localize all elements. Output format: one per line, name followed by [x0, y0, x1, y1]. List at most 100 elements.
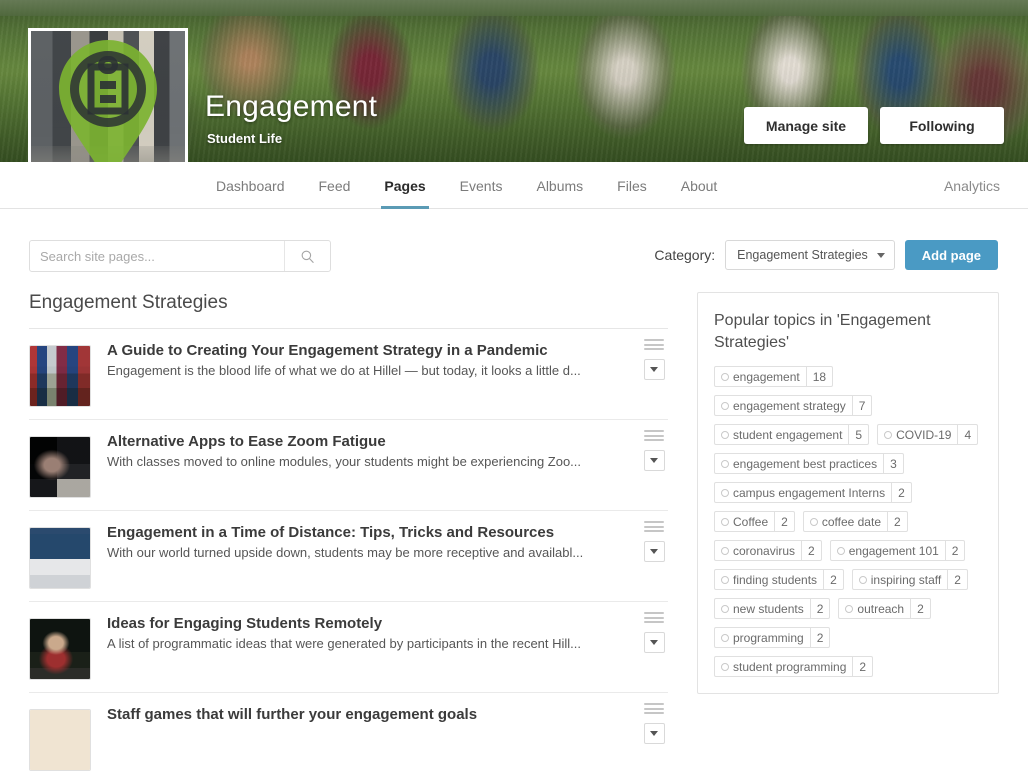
list-item[interactable]: programming 2: [714, 627, 831, 649]
page-link-title[interactable]: Engagement in a Time of Distance: Tips, …: [107, 524, 624, 541]
tag-label: outreach: [857, 601, 905, 616]
list-item[interactable]: outreach 2: [838, 598, 931, 620]
tag-label: finding students: [733, 572, 818, 587]
list-item[interactable]: coffee date 2: [802, 511, 908, 533]
popular-topics-title: Popular topics in 'Engagement Strategies…: [714, 312, 931, 351]
drag-handle-icon[interactable]: [644, 612, 664, 623]
list-item[interactable]: new students 2: [714, 598, 831, 620]
table-row[interactable]: A Guide to Creating Your Engagement Stra…: [29, 329, 668, 420]
list-item[interactable]: Coffee 2: [714, 511, 795, 533]
tag-circle-icon: [715, 570, 729, 589]
following-button[interactable]: Following: [880, 107, 1004, 144]
tag-count: 5: [848, 425, 868, 445]
page-thumbnail: [29, 345, 91, 407]
row-menu-chevron-down-icon[interactable]: [643, 723, 665, 744]
nav-tab-about[interactable]: About: [664, 162, 735, 209]
drag-handle-icon[interactable]: [644, 703, 664, 714]
pages-list-column: Engagement Strategies A Guide to Creatin…: [29, 292, 668, 783]
search-button[interactable]: [284, 241, 330, 271]
row-menu-chevron-down-icon[interactable]: [643, 632, 665, 653]
analytics-link[interactable]: Analytics: [944, 162, 1000, 209]
list-item[interactable]: inspiring staff 2: [851, 569, 968, 591]
drag-handle-icon[interactable]: [644, 430, 664, 441]
row-actions: [640, 612, 668, 653]
list-item[interactable]: COVID-19 4: [877, 424, 979, 446]
tag-circle-icon: [715, 425, 729, 444]
page-row-body: Ideas for Engaging Students Remotely A l…: [91, 615, 668, 680]
tag-count: 4: [957, 425, 977, 445]
table-row[interactable]: Staff games that will further your engag…: [29, 693, 668, 783]
nav-tab-albums[interactable]: Albums: [519, 162, 600, 209]
page-row-body: Engagement in a Time of Distance: Tips, …: [91, 524, 668, 589]
tag-circle-icon: [715, 454, 729, 473]
tag-count: 2: [910, 599, 930, 619]
row-actions: [640, 703, 668, 744]
list-item[interactable]: coronavirus 2: [714, 540, 822, 562]
nav-tab-list: Dashboard Feed Pages Events Albums Files…: [199, 162, 734, 209]
chevron-down-icon: [876, 253, 885, 258]
banner-action-buttons: Manage site Following: [744, 107, 1004, 144]
page-link-title[interactable]: A Guide to Creating Your Engagement Stra…: [107, 342, 624, 359]
list-item[interactable]: engagement 18: [714, 366, 834, 388]
list-item[interactable]: finding students 2: [714, 569, 844, 591]
list-item[interactable]: engagement 101 2: [829, 540, 966, 562]
manage-site-button[interactable]: Manage site: [744, 107, 868, 144]
tag-circle-icon: [715, 367, 729, 386]
tag-circle-icon: [715, 541, 729, 560]
nav-tab-files[interactable]: Files: [600, 162, 664, 209]
page-description: With classes moved to online modules, yo…: [107, 454, 582, 469]
list-item[interactable]: engagement strategy 7: [714, 395, 873, 417]
drag-handle-icon[interactable]: [644, 339, 664, 350]
banner-top-strip: [0, 0, 1028, 16]
list-item[interactable]: campus engagement Interns 2: [714, 482, 912, 504]
nav-tab-pages[interactable]: Pages: [367, 162, 442, 209]
page-link-title[interactable]: Ideas for Engaging Students Remotely: [107, 615, 624, 632]
page-link-title[interactable]: Staff games that will further your engag…: [107, 706, 624, 723]
search-box[interactable]: [29, 240, 331, 272]
tag-list: engagement 18 engagement strategy 7 studen…: [714, 366, 982, 678]
page-description: Engagement is the blood life of what we …: [107, 363, 581, 378]
drag-handle-icon[interactable]: [644, 521, 664, 532]
page-subtitle: Student Life: [207, 131, 283, 146]
page-link-title[interactable]: Alternative Apps to Ease Zoom Fatigue: [107, 433, 624, 450]
tag-label: student programming: [733, 659, 847, 674]
tag-label: student engagement: [733, 427, 843, 442]
site-navbar: Dashboard Feed Pages Events Albums Files…: [0, 162, 1028, 209]
page-title: Engagement: [205, 90, 378, 123]
tag-count: 3: [883, 454, 903, 474]
tag-circle-icon: [715, 512, 729, 531]
category-label: Category:: [654, 247, 716, 263]
tag-label: engagement 101: [848, 543, 939, 558]
table-row[interactable]: Ideas for Engaging Students Remotely A l…: [29, 602, 668, 693]
add-page-button[interactable]: Add page: [904, 240, 998, 270]
list-item[interactable]: engagement best practices 3: [714, 453, 904, 475]
search-input[interactable]: [30, 241, 284, 271]
category-select-value: Engagement Strategies: [737, 248, 868, 262]
search-icon: [301, 250, 314, 263]
tag-circle-icon: [715, 599, 729, 618]
table-row[interactable]: Engagement in a Time of Distance: Tips, …: [29, 511, 668, 602]
page-row-body: Staff games that will further your engag…: [91, 706, 668, 771]
list-item[interactable]: student engagement 5: [714, 424, 870, 446]
tag-label: Coffee: [733, 514, 769, 529]
list-item[interactable]: student programming 2: [714, 656, 874, 678]
section-title: Engagement Strategies: [29, 292, 668, 329]
tag-count: 2: [944, 541, 965, 561]
row-menu-chevron-down-icon[interactable]: [643, 541, 665, 562]
tag-circle-icon: [878, 425, 892, 444]
nav-tab-events[interactable]: Events: [443, 162, 520, 209]
table-row[interactable]: Alternative Apps to Ease Zoom Fatigue Wi…: [29, 420, 668, 511]
nav-tab-feed[interactable]: Feed: [302, 162, 368, 209]
tag-count: 2: [823, 570, 843, 590]
tag-label: coffee date: [821, 514, 881, 529]
row-actions: [640, 339, 668, 380]
page-thumbnail: [29, 436, 91, 498]
category-select[interactable]: Engagement Strategies: [725, 240, 895, 270]
nav-tab-dashboard[interactable]: Dashboard: [199, 162, 302, 209]
tag-circle-icon: [804, 512, 818, 531]
tag-circle-icon: [715, 396, 729, 415]
site-avatar[interactable]: [28, 28, 188, 162]
row-menu-chevron-down-icon[interactable]: [643, 450, 665, 471]
row-menu-chevron-down-icon[interactable]: [643, 359, 665, 380]
tag-count: 2: [852, 657, 872, 677]
